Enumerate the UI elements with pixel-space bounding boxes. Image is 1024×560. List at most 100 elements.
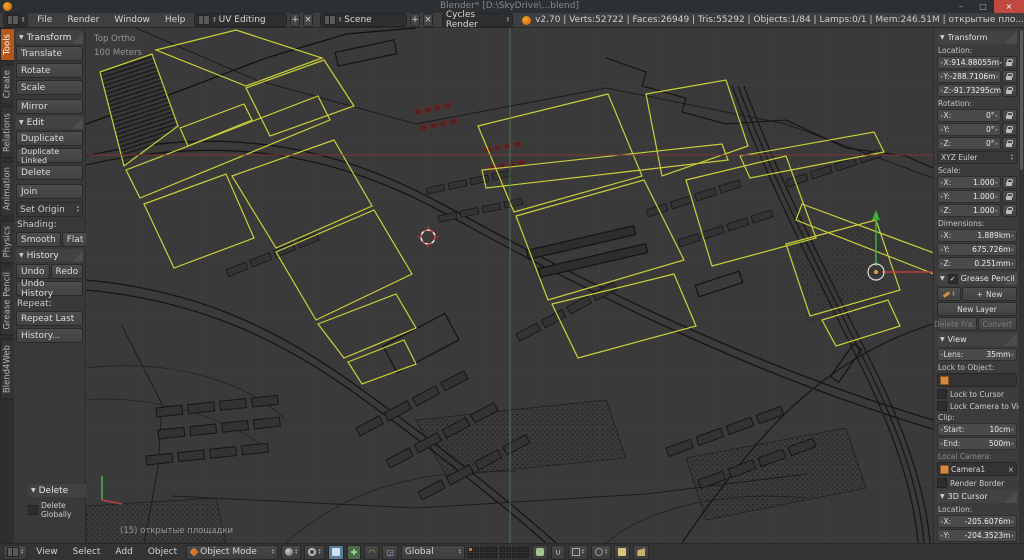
lock-icon[interactable]	[1002, 84, 1017, 97]
location-z-field[interactable]: ◂Z:-91.73295cm▸	[937, 84, 1005, 97]
screen-layout-selector[interactable]: ▴ ▾ UV Editing	[194, 13, 288, 27]
panel-header-history[interactable]: ▼ History	[16, 249, 83, 262]
smooth-button[interactable]: Smooth	[16, 232, 61, 247]
menu-render[interactable]: Render	[61, 15, 105, 25]
menu-file[interactable]: File	[31, 15, 58, 25]
duplicate-button[interactable]: Duplicate	[16, 131, 83, 146]
dim-y-field[interactable]: ◂ Y: 675.726m ▸	[937, 243, 1017, 256]
tab-physics[interactable]: Physics	[0, 219, 15, 264]
lock-icon[interactable]	[1002, 176, 1017, 189]
menu-select[interactable]: Select	[67, 547, 107, 557]
delete-button[interactable]: Delete	[16, 165, 83, 180]
lock-icon[interactable]	[1002, 70, 1017, 83]
dim-x-field[interactable]: ◂ X: 1.889km ▸	[937, 229, 1017, 242]
scale-x-field[interactable]: ◂ X: 1.000 ▸	[937, 176, 1001, 189]
cursor-y-field[interactable]: ◂ Y: -204.3523m ▸	[937, 529, 1017, 542]
close-button[interactable]: ×	[994, 0, 1024, 13]
lock-icon[interactable]	[1002, 123, 1017, 136]
viewport-3d[interactable]: Top Ortho 100 Meters (15) открытые площа…	[85, 27, 946, 544]
menu-object[interactable]: Object	[142, 547, 183, 557]
panel-header-edit[interactable]: ▼ Edit	[16, 116, 83, 129]
tab-create[interactable]: Create	[0, 63, 15, 105]
history-button[interactable]: History...	[16, 328, 83, 343]
convert-button[interactable]: Convert	[977, 317, 1017, 331]
menu-add[interactable]: Add	[109, 547, 138, 557]
rotation-y-field[interactable]: ◂ Y: 0° ▸	[937, 123, 1001, 136]
add-scene-button[interactable]: +	[410, 13, 420, 27]
duplicate-linked-button[interactable]: Duplicate Linked	[16, 147, 83, 165]
scale-button[interactable]: Scale	[16, 80, 83, 95]
manipulator-rotate-toggle[interactable]: ◠	[364, 544, 380, 560]
render-image-button[interactable]	[614, 544, 631, 560]
maximize-button[interactable]: □	[972, 0, 994, 13]
tab-blend4web[interactable]: Blend4Web	[0, 338, 15, 399]
lock-icon[interactable]	[1002, 190, 1017, 203]
lock-object-field[interactable]	[937, 373, 1017, 387]
draw-mode-dropdown[interactable]: ▴ ▾	[937, 287, 961, 301]
editor-type-selector-3d[interactable]: ▴ ▾	[3, 544, 28, 560]
add-layout-button[interactable]: +	[290, 13, 301, 27]
pivot-point-dropdown[interactable]: ▴ ▾	[304, 544, 325, 560]
grease-pencil-checkbox[interactable]: ✓	[947, 273, 958, 284]
clip-start-field[interactable]: ◂ Start: 10cm ▸	[937, 423, 1017, 436]
rotation-z-field[interactable]: ◂ Z: 0° ▸	[937, 137, 1001, 150]
minimize-button[interactable]: –	[950, 0, 972, 13]
translate-button[interactable]: Translate	[16, 46, 83, 61]
join-button[interactable]: Join	[16, 184, 83, 199]
lens-field[interactable]: ◂ Lens: 35mm ▸	[937, 348, 1017, 361]
location-y-field[interactable]: ◂ Y: -288.7106m ▸	[937, 70, 1001, 83]
delete-frame-button[interactable]: Delete Fra...	[934, 317, 980, 331]
layers-widget[interactable]	[467, 546, 529, 558]
clear-icon[interactable]: ×	[1008, 465, 1014, 474]
lock-camera-checkbox[interactable]	[937, 401, 947, 411]
editor-type-selector[interactable]: ▴ ▾	[3, 13, 29, 27]
panel-header-transform-n[interactable]: ▼ Transform	[937, 31, 1017, 44]
remove-scene-button[interactable]: ×	[422, 13, 433, 27]
delete-globally-checkbox[interactable]	[28, 505, 38, 515]
lock-icon[interactable]	[1002, 56, 1017, 69]
lock-icon[interactable]	[1002, 137, 1017, 150]
menu-view[interactable]: View	[30, 547, 63, 557]
viewport-shading-dropdown[interactable]: ▴ ▾	[281, 544, 302, 560]
lock-to-cursor-checkbox[interactable]	[937, 389, 947, 399]
lock-icon[interactable]	[1002, 109, 1017, 122]
menu-help[interactable]: Help	[159, 15, 192, 25]
flat-button[interactable]: Flat	[61, 232, 89, 247]
tab-relations[interactable]: Relations	[0, 107, 15, 159]
rotation-x-field[interactable]: ◂ X: 0° ▸	[937, 109, 1001, 122]
manipulator-translate-toggle[interactable]: ✚	[346, 544, 362, 560]
tab-grease-pencil[interactable]: Grease Pencil	[0, 266, 15, 336]
undo-history-button[interactable]: Undo History	[16, 279, 83, 299]
orientation-dropdown[interactable]: Global ▴ ▾	[400, 544, 465, 560]
snap-toggle[interactable]: ∩	[550, 544, 565, 560]
local-camera-field[interactable]: Camera1 ×	[937, 462, 1017, 476]
panel-header-3d-cursor[interactable]: ▼ 3D Cursor	[937, 490, 1017, 503]
rotate-button[interactable]: Rotate	[16, 63, 83, 78]
remove-layout-button[interactable]: ×	[303, 13, 313, 27]
panel-header-transform[interactable]: ▼ Transform	[16, 31, 83, 44]
clip-end-field[interactable]: ◂ End: 500m ▸	[937, 437, 1017, 450]
gp-new-button[interactable]: + New	[962, 287, 1017, 301]
panel-header-view[interactable]: ▼ View	[937, 333, 1017, 346]
lock-icon[interactable]	[1002, 204, 1017, 217]
tab-animation[interactable]: Animation	[0, 161, 15, 217]
redo-button[interactable]: Redo	[50, 264, 84, 279]
pivot-align-toggle[interactable]	[327, 544, 344, 560]
dim-z-field[interactable]: ◂ Z: 0.251mm ▸	[937, 257, 1017, 270]
scene-selector[interactable]: ▴ ▾ Scene	[320, 13, 408, 27]
rotation-mode-dropdown[interactable]: XYZ Euler ▴ ▾	[937, 151, 1017, 164]
panel-header-grease-pencil[interactable]: ▼ ✓ Grease Pencil	[937, 272, 1017, 285]
set-origin-dropdown[interactable]: Set Origin ▴ ▾	[16, 202, 83, 217]
cursor-x-field[interactable]: ◂ X: -205.6076m ▸	[937, 515, 1017, 528]
proportional-edit-dropdown[interactable]: ▴ ▾	[591, 544, 612, 560]
new-layer-button[interactable]: New Layer	[937, 302, 1017, 316]
manipulator-scale-toggle[interactable]: ◲	[382, 544, 398, 560]
scrollbar[interactable]	[1019, 28, 1024, 543]
undo-button[interactable]: Undo	[16, 264, 50, 279]
menu-window[interactable]: Window	[108, 15, 156, 25]
location-x-field[interactable]: ◂X:914.88055m▸	[937, 56, 1003, 69]
render-border-checkbox[interactable]	[937, 478, 947, 488]
repeat-last-button[interactable]: Repeat Last	[16, 311, 83, 326]
render-engine-selector[interactable]: Cycles Render ▴ ▾	[441, 10, 514, 30]
tab-tools[interactable]: Tools	[0, 28, 15, 61]
